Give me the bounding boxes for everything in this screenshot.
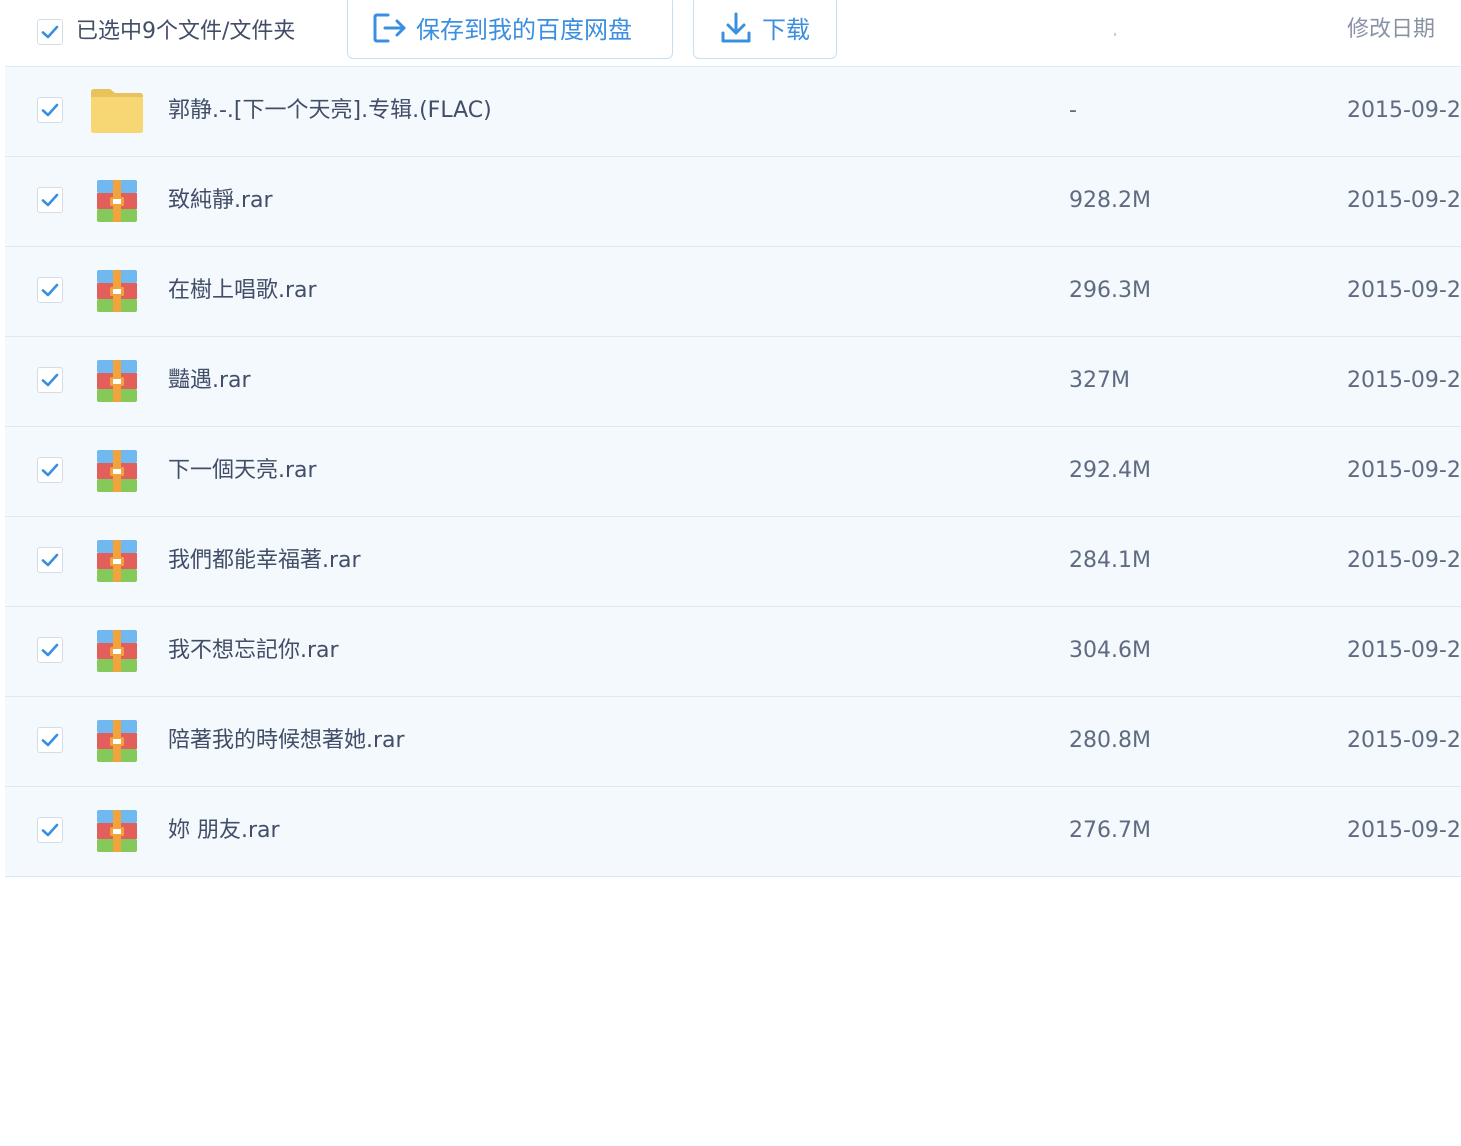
download-button[interactable]: 下载	[693, 0, 837, 59]
date-column-header[interactable]: 修改日期	[1347, 14, 1435, 46]
check-icon	[41, 283, 59, 297]
file-name[interactable]: 妳 朋友.rar	[168, 815, 280, 847]
file-checkbox[interactable]	[37, 457, 63, 483]
file-list-header: 已选中9个文件/文件夹 保存到我的百度网盘 下载 修改日期	[0, 0, 1461, 66]
file-name[interactable]: 郭静.-.[下一个天亮].专辑.(FLAC)	[168, 95, 492, 127]
archive-icon	[97, 270, 137, 312]
share-file-page: 已选中9个文件/文件夹 保存到我的百度网盘 下载 修改日期 郭静.-.[下一个天…	[0, 0, 1461, 1146]
file-row[interactable]: 郭静.-.[下一个天亮].专辑.(FLAC) - 2015-09-20	[5, 67, 1461, 157]
selection-count-text: 已选中9个文件/文件夹	[76, 19, 296, 44]
file-modified-date: 2015-09-20	[1347, 818, 1461, 843]
save-to-disk-icon	[372, 12, 408, 44]
file-type-icon	[90, 268, 144, 314]
file-modified-date: 2015-09-20	[1347, 728, 1461, 753]
file-type-icon	[90, 448, 144, 494]
save-button-label: 保存到我的百度网盘	[416, 16, 632, 44]
file-list: 郭静.-.[下一个天亮].专辑.(FLAC) - 2015-09-20 致純靜.…	[5, 67, 1461, 877]
file-checkbox[interactable]	[37, 817, 63, 843]
file-type-icon	[90, 538, 144, 584]
file-name[interactable]: 在樹上唱歌.rar	[168, 275, 317, 307]
file-modified-date: 2015-09-20	[1347, 278, 1461, 303]
check-icon	[41, 373, 59, 387]
check-icon	[41, 463, 59, 477]
file-type-icon	[90, 628, 144, 674]
check-icon	[41, 103, 59, 117]
file-name[interactable]: 下一個天亮.rar	[168, 455, 317, 487]
file-row[interactable]: 下一個天亮.rar 292.4M 2015-09-20	[5, 427, 1461, 517]
folder-icon	[91, 89, 143, 133]
save-to-netdisk-button[interactable]: 保存到我的百度网盘	[347, 0, 673, 59]
file-size: 276.7M	[1069, 818, 1151, 843]
file-modified-date: 2015-09-20	[1347, 548, 1461, 573]
file-modified-date: 2015-09-20	[1347, 98, 1461, 123]
select-all-checkbox[interactable]	[37, 19, 63, 45]
check-icon	[41, 553, 59, 567]
file-name[interactable]: 致純靜.rar	[168, 185, 273, 217]
file-checkbox[interactable]	[37, 97, 63, 123]
file-checkbox[interactable]	[37, 637, 63, 663]
file-row[interactable]: 陪著我的時候想著她.rar 280.8M 2015-09-20	[5, 697, 1461, 787]
download-icon	[720, 11, 752, 45]
file-modified-date: 2015-09-20	[1347, 188, 1461, 213]
column-divider	[1114, 33, 1116, 36]
file-type-icon	[90, 718, 144, 764]
archive-icon	[97, 450, 137, 492]
file-type-icon	[90, 358, 144, 404]
file-row[interactable]: 致純靜.rar 928.2M 2015-09-20	[5, 157, 1461, 247]
file-checkbox[interactable]	[37, 187, 63, 213]
check-icon	[41, 25, 59, 39]
file-row[interactable]: 在樹上唱歌.rar 296.3M 2015-09-20	[5, 247, 1461, 337]
file-size: 284.1M	[1069, 548, 1151, 573]
file-type-icon	[90, 88, 144, 134]
file-checkbox[interactable]	[37, 367, 63, 393]
file-size: 327M	[1069, 368, 1130, 393]
file-size: 296.3M	[1069, 278, 1151, 303]
file-name[interactable]: 豔遇.rar	[168, 365, 251, 397]
file-name[interactable]: 我不想忘記你.rar	[168, 635, 339, 667]
archive-icon	[97, 720, 137, 762]
archive-icon	[97, 810, 137, 852]
check-icon	[41, 193, 59, 207]
archive-icon	[97, 360, 137, 402]
file-size: 280.8M	[1069, 728, 1151, 753]
check-icon	[41, 823, 59, 837]
file-size: 928.2M	[1069, 188, 1151, 213]
archive-icon	[97, 540, 137, 582]
file-checkbox[interactable]	[37, 727, 63, 753]
file-size: 292.4M	[1069, 458, 1151, 483]
file-checkbox[interactable]	[37, 547, 63, 573]
file-size: -	[1069, 98, 1077, 123]
archive-icon	[97, 180, 137, 222]
file-modified-date: 2015-09-20	[1347, 368, 1461, 393]
file-type-icon	[90, 178, 144, 224]
file-name[interactable]: 陪著我的時候想著她.rar	[168, 725, 405, 757]
file-row[interactable]: 妳 朋友.rar 276.7M 2015-09-20	[5, 787, 1461, 877]
file-row[interactable]: 我們都能幸福著.rar 284.1M 2015-09-20	[5, 517, 1461, 607]
file-row[interactable]: 我不想忘記你.rar 304.6M 2015-09-20	[5, 607, 1461, 697]
file-size: 304.6M	[1069, 638, 1151, 663]
archive-icon	[97, 630, 137, 672]
download-button-label: 下载	[762, 16, 810, 44]
file-row[interactable]: 豔遇.rar 327M 2015-09-20	[5, 337, 1461, 427]
file-name[interactable]: 我們都能幸福著.rar	[168, 545, 361, 577]
check-icon	[41, 643, 59, 657]
file-checkbox[interactable]	[37, 277, 63, 303]
file-modified-date: 2015-09-20	[1347, 638, 1461, 663]
file-type-icon	[90, 808, 144, 854]
check-icon	[41, 733, 59, 747]
file-modified-date: 2015-09-20	[1347, 458, 1461, 483]
